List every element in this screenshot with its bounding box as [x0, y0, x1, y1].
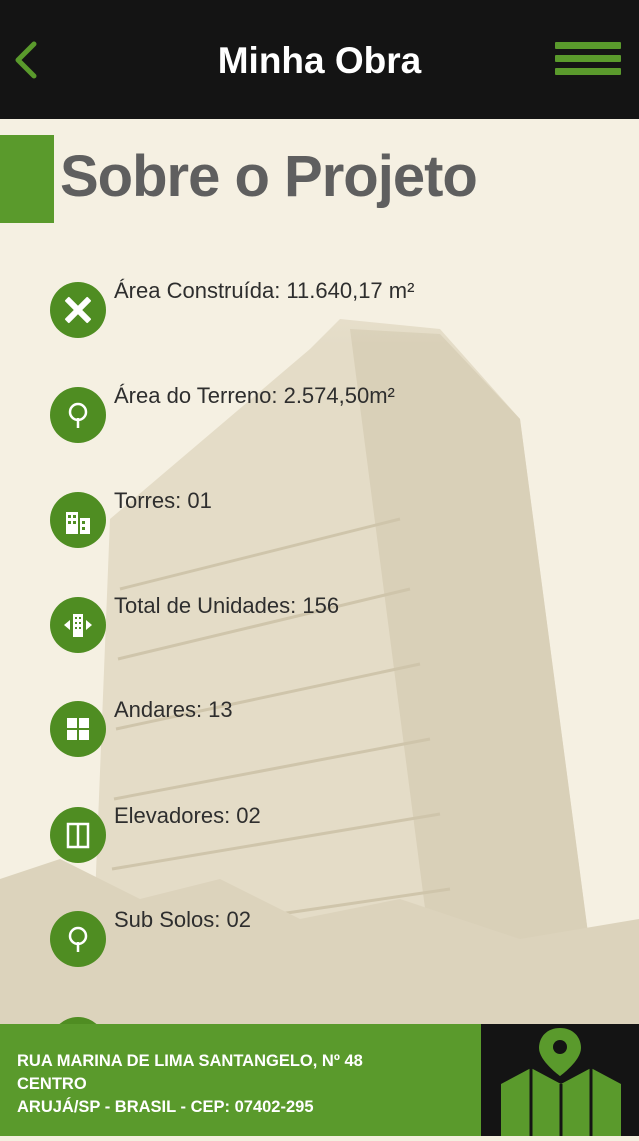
page-heading: Sobre o Projeto	[60, 144, 478, 209]
buildings-icon	[50, 492, 106, 548]
main-content: Sobre o Projeto Área Construída: 11.640,…	[0, 119, 639, 1024]
heading-accent-bar	[0, 135, 54, 223]
tree-icon	[50, 387, 106, 443]
menu-button[interactable]	[555, 42, 621, 78]
tree-icon	[50, 911, 106, 967]
address-footer: RUA MARINA DE LIMA SANTANGELO, Nº 48 CEN…	[0, 1024, 639, 1136]
elevator-icon	[50, 807, 106, 863]
units-arrows-icon	[50, 597, 106, 653]
spec-label: Total de Unidades: 156	[114, 593, 340, 618]
address-city-cep: ARUJÁ/SP - BRASIL - CEP: 07402-295	[17, 1098, 314, 1116]
hamburger-icon	[555, 42, 621, 49]
spec-label: Elevadores: 02	[114, 803, 261, 828]
spec-label: Sub Solos: 02	[114, 907, 251, 932]
app-title: Minha Obra	[217, 40, 422, 81]
address-street: RUA MARINA DE LIMA SANTANGELO, Nº 48	[17, 1052, 363, 1070]
building-background-image	[0, 119, 639, 1024]
address-block: RUA MARINA DE LIMA SANTANGELO, Nº 48 CEN…	[17, 1050, 363, 1119]
spec-label: Área do Terreno: 2.574,50m²	[114, 383, 395, 408]
floors-grid-icon	[50, 701, 106, 757]
top-app-bar: Minha Obra	[0, 0, 639, 119]
ruler-pencil-icon	[50, 282, 106, 338]
spec-label: Área Construída: 11.640,17 m²	[114, 278, 415, 303]
spec-label: Torres: 01	[114, 488, 212, 513]
map-button[interactable]	[481, 1024, 639, 1136]
spec-label: Andares: 13	[114, 697, 233, 722]
address-district: CENTRO	[17, 1075, 87, 1093]
map-pin-icon	[501, 1028, 621, 1136]
